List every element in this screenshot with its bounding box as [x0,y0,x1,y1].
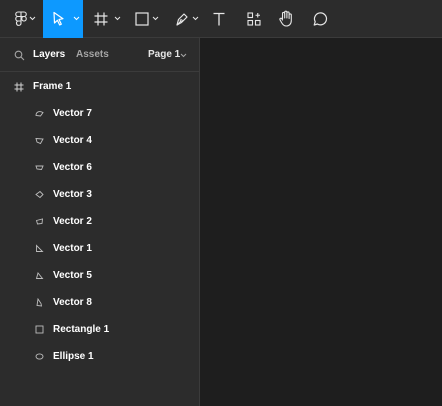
layer-label: Vector 5 [53,270,92,281]
layer-label: Vector 3 [53,189,92,200]
layer-label: Vector 1 [53,243,92,254]
chevron-down-icon [114,16,121,21]
chevron-down-icon [29,16,36,21]
frame-hash-icon [14,82,24,92]
comment-tool-button[interactable] [306,0,334,38]
layer-row-frame[interactable]: Frame 1 [0,73,199,100]
vector-icon [35,218,44,225]
vector-icon [36,244,44,252]
figma-logo-icon [15,11,27,26]
layer-label: Frame 1 [33,81,72,92]
canvas-area[interactable] [201,38,442,406]
resources-tool-button[interactable] [241,0,267,38]
tab-layers[interactable]: Layers [33,49,65,60]
vector-icon [35,190,44,199]
layer-row-vector-1[interactable]: Vector 1 [0,235,199,262]
pen-tool-button[interactable] [168,0,202,38]
layer-row-vector-2[interactable]: Vector 2 [0,208,199,235]
ellipse-icon [35,353,44,360]
rectangle-icon [135,12,149,26]
layer-row-vector-3[interactable]: Vector 3 [0,181,199,208]
layers-panel: Layers Assets Page 1 Frame 1 Vector 7 Ve… [0,38,200,406]
vector-icon [36,298,43,307]
layer-label: Vector 7 [53,108,92,119]
page-selector[interactable]: Page 1 [148,49,180,60]
chevron-down-icon [73,16,80,21]
layer-row-vector-5[interactable]: Vector 5 [0,262,199,289]
layer-label: Vector 6 [53,162,92,173]
vector-icon [35,138,44,145]
shape-tool-button[interactable] [128,0,162,38]
layer-label: Vector 8 [53,297,92,308]
text-t-icon [213,12,225,26]
layer-label: Vector 4 [53,135,92,146]
layer-row-vector-8[interactable]: Vector 8 [0,289,199,316]
search-icon[interactable] [14,50,25,61]
toolbar [0,0,442,38]
hand-tool-button[interactable] [272,0,300,38]
vector-icon [35,272,44,279]
frame-hash-icon [94,12,108,26]
chevron-down-icon [152,16,159,21]
frame-tool-button[interactable] [88,0,122,38]
chevron-down-icon[interactable] [180,52,187,58]
layer-row-vector-6[interactable]: Vector 6 [0,154,199,181]
layer-label: Rectangle 1 [53,324,110,335]
panel-tabs: Layers Assets Page 1 [0,38,199,72]
vector-icon [35,111,44,117]
tab-assets[interactable]: Assets [76,49,109,60]
chevron-down-icon [192,16,199,21]
components-icon [247,12,261,26]
move-tool-button[interactable] [43,0,83,38]
vector-icon [35,165,44,170]
cursor-arrow-icon [53,11,64,26]
layer-row-vector-7[interactable]: Vector 7 [0,100,199,127]
rectangle-icon [35,325,44,334]
hand-icon [279,10,292,27]
text-tool-button[interactable] [206,0,232,38]
layer-row-vector-4[interactable]: Vector 4 [0,127,199,154]
layer-row-rectangle-1[interactable]: Rectangle 1 [0,316,199,343]
layer-label: Vector 2 [53,216,92,227]
main-menu-button[interactable] [4,0,38,38]
pen-nib-icon [176,13,188,26]
layer-row-ellipse-1[interactable]: Ellipse 1 [0,343,199,370]
layer-label: Ellipse 1 [53,351,94,362]
comment-bubble-icon [313,12,328,26]
